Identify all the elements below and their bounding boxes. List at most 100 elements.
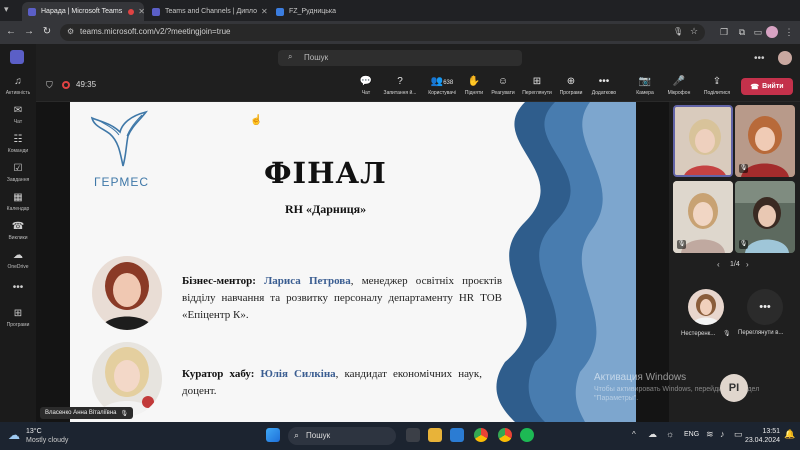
copy-icon[interactable]: ❐ <box>718 26 730 38</box>
react-button[interactable]: ☺ Реагувати <box>488 75 518 96</box>
language-indicator[interactable]: ENG <box>684 431 699 438</box>
chat-button[interactable]: 💬 Чат <box>354 75 378 96</box>
url-bar[interactable]: ⚙ teams.microsoft.com/v2/?meetingjoin=tr… <box>60 24 705 41</box>
brightness-icon[interactable]: ☼ <box>666 429 674 439</box>
more-icon: ••• <box>759 301 771 313</box>
participants-button[interactable]: 👥638 Користувачі <box>422 75 462 96</box>
search-icon: ⌕ <box>288 52 293 61</box>
mic-icon: 🎙 <box>120 410 129 417</box>
extensions-icon[interactable]: ⧉ <box>736 26 748 38</box>
tab-fz[interactable]: FZ_Рудницька <box>270 2 392 21</box>
view-button[interactable]: ⊞ Переглянути <box>520 75 554 96</box>
clock-time[interactable]: 13:51 <box>752 428 780 435</box>
sidebar-icon[interactable]: ▭ <box>752 26 764 38</box>
initials-avatar[interactable]: PI <box>720 374 748 402</box>
share-button[interactable]: ⇪ Поділитися <box>700 75 734 96</box>
tab-teams-channels[interactable]: Teams and Channels | Дипло ✕ <box>146 2 268 21</box>
apps-button[interactable]: ⊕ Програми <box>556 75 586 96</box>
chrome-profile-icon[interactable] <box>498 428 512 442</box>
view-all-label: Переглянути в... <box>738 330 784 336</box>
spotify-icon[interactable] <box>520 428 534 442</box>
teams-app-bar: ♫ Активність ✉ Чат ☷ Команди ☑ Завдання … <box>0 44 36 422</box>
raise-hand-button[interactable]: ✋ Підняти <box>462 75 486 96</box>
volume-icon[interactable]: ♪ <box>720 429 725 439</box>
tab-label: Нарада | Microsoft Teams <box>41 8 123 15</box>
task-view-icon[interactable] <box>406 428 420 442</box>
windows-taskbar: ☁ 13°C Mostly cloudy ⌕ Пошук ^ ☁ ☼ ENG ≋… <box>0 422 800 450</box>
clock-date[interactable]: 23.04.2024 <box>742 437 780 444</box>
appbar-item-onedrive[interactable]: ☁ OneDrive <box>0 250 36 270</box>
phone-icon: ☎ <box>11 221 25 232</box>
video-tile[interactable]: 🎙 <box>735 105 795 177</box>
chevron-up-icon[interactable]: ^ <box>632 430 636 439</box>
chat-icon: 💬 <box>359 76 373 87</box>
mentor-photo <box>92 256 162 330</box>
video-tile[interactable] <box>673 105 733 177</box>
appbar-item-apps[interactable]: ⊞ Програми <box>0 308 36 328</box>
meeting-toolbar: ⛉ 49:35 💬 Чат ? Запитання й... 👥638 Кори… <box>36 72 800 102</box>
chrome-icon[interactable] <box>474 428 488 442</box>
participant-avatar[interactable] <box>688 289 724 325</box>
mic-off-icon: 🎙 <box>677 240 686 249</box>
appbar-item-calendar[interactable]: ▦ Календар <box>0 192 36 212</box>
tab-teams-meeting[interactable]: Нарада | Microsoft Teams ✕ <box>22 2 144 21</box>
share-icon: ⇪ <box>712 76 722 87</box>
reload-icon[interactable]: ↻ <box>40 25 54 39</box>
close-tab-icon[interactable]: ✕ <box>257 7 268 16</box>
back-icon[interactable]: ← <box>4 25 18 39</box>
participant-name: Нестеренк... 🎙 <box>681 331 731 337</box>
menu-icon[interactable]: ⋮ <box>783 26 795 38</box>
user-avatar[interactable] <box>778 51 792 65</box>
appbar-item-activity[interactable]: ♫ Активність <box>0 76 36 96</box>
camera-off-icon: 📷 <box>638 76 652 87</box>
shield-icon: ⛉ <box>46 80 53 90</box>
appbar-item-chat[interactable]: ✉ Чат <box>0 105 36 125</box>
file-explorer-icon[interactable] <box>428 428 442 442</box>
weather-icon[interactable]: ☁ <box>8 428 20 442</box>
appbar-item-tasks[interactable]: ☑ Завдання <box>0 163 36 183</box>
teams-header: ⌕ Пошук ••• <box>36 44 800 72</box>
mic-button[interactable]: 🎤 Мікрофон <box>664 75 694 96</box>
appbar-item-calls[interactable]: ☎ Виклики <box>0 221 36 241</box>
appbar-item-more[interactable]: ••• <box>0 282 36 294</box>
weather-temp: 13°C <box>26 428 42 435</box>
mic-icon[interactable]: 🎙 <box>673 27 683 36</box>
tab-list-icon[interactable]: ▾ <box>4 4 9 15</box>
wifi-icon[interactable]: ≋ <box>706 429 714 440</box>
search-input[interactable]: ⌕ Пошук <box>278 50 522 66</box>
start-icon[interactable] <box>266 428 280 442</box>
more-icon: ••• <box>12 282 24 293</box>
prev-page-icon[interactable]: ‹ <box>717 260 720 269</box>
mail-icon[interactable] <box>450 428 464 442</box>
bell-icon: ♫ <box>14 76 22 87</box>
notification-bell-icon[interactable]: 🔔 <box>784 429 795 440</box>
forward-icon[interactable]: → <box>22 25 36 39</box>
bookmark-star-icon[interactable]: ☆ <box>690 26 698 37</box>
more-icon: ••• <box>598 76 610 87</box>
appbar-item-teams[interactable]: ☷ Команди <box>0 134 36 154</box>
close-tab-icon[interactable]: ✕ <box>134 7 144 16</box>
slide-subtitle: RH «Дарниця» <box>285 202 367 216</box>
grid-icon: ⊞ <box>532 76 542 87</box>
cloud-icon[interactable]: ☁ <box>648 429 657 440</box>
taskbar-search[interactable]: ⌕ Пошук <box>288 427 396 445</box>
camera-button[interactable]: 📷 Камера <box>632 75 658 96</box>
teams-icon: ☷ <box>13 134 23 145</box>
teams-icon <box>28 7 36 16</box>
apps-icon: ⊞ <box>13 308 23 319</box>
next-page-icon[interactable]: › <box>746 260 749 269</box>
site-info-icon[interactable]: ⚙ <box>67 27 74 36</box>
more-button[interactable]: ••• Додатково <box>588 75 620 96</box>
view-all-participants-button[interactable]: ••• <box>747 289 783 325</box>
meeting-timer: 49:35 <box>76 80 97 89</box>
url-text: teams.microsoft.com/v2/?meetingjoin=true <box>80 27 231 36</box>
pager-text: 1/4 <box>730 261 740 268</box>
plus-icon: ⊕ <box>566 76 576 87</box>
qa-button[interactable]: ? Запитання й... <box>380 75 420 96</box>
profile-avatar[interactable] <box>766 26 778 38</box>
recording-icon <box>62 81 70 89</box>
video-tile[interactable]: 🎙 <box>735 181 795 253</box>
leave-button[interactable]: ☎ Вийти <box>741 78 793 95</box>
more-options-icon[interactable]: ••• <box>754 53 765 64</box>
video-tile[interactable]: 🎙 <box>673 181 733 253</box>
